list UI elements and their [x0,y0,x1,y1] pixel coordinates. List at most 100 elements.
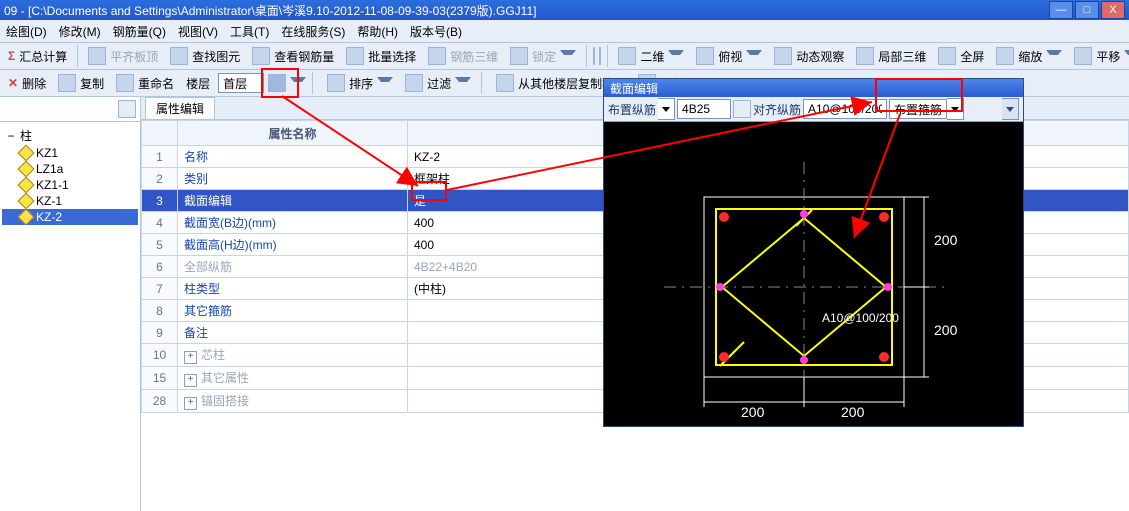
from-icon [496,74,514,92]
menu-draw[interactable]: 绘图(D) [0,23,53,40]
menu-steel[interactable]: 钢筋量(Q) [107,23,172,40]
overhead-icon [696,47,714,65]
search-icon[interactable] [118,100,136,118]
full-button[interactable]: 全屏 [934,47,988,65]
zoom-button[interactable]: 缩放 [992,47,1066,65]
lock-icon [510,47,528,65]
two-d-button[interactable]: 二维 [614,47,688,65]
section-svg: A10@100/200 [604,122,1023,426]
floor-value[interactable]: 首层 [218,73,264,93]
sort-icon [327,74,345,92]
dyn-button[interactable]: 动态观察 [770,47,848,65]
col-rownum [142,121,178,146]
search-icon [170,47,188,65]
batch-button[interactable]: 批量选择 [342,47,420,65]
menu-help[interactable]: 帮助(H) [351,23,404,40]
floor-combo[interactable]: 首层 [218,73,264,93]
minimize-button[interactable]: — [1049,1,1073,19]
filter-button[interactable]: 过滤 [401,74,475,92]
flat-button[interactable]: 平齐板顶 [84,47,162,65]
window-title: 09 - [C:\Documents and Settings\Administ… [4,2,536,19]
panel-end-combo[interactable] [1002,98,1019,120]
zoom-icon [996,47,1014,65]
copy-button[interactable]: 复制 [54,74,108,92]
sum-button[interactable]: Σ汇总计算 [4,48,71,65]
close-button[interactable]: X [1101,1,1125,19]
tri-icon [428,47,446,65]
expand-icon[interactable]: + [184,397,197,410]
flat-icon [88,47,106,65]
overhead-button[interactable]: 俯视 [692,47,766,65]
chevron-down-icon [746,50,762,63]
tree-root[interactable]: −柱 [2,126,138,145]
check-button[interactable]: 查看钢筋量 [248,47,338,65]
label-layout: 布置纵筋 [608,101,656,118]
gem-icon [18,161,35,178]
svg-text:A10@100/200: A10@100/200 [822,311,899,325]
tri-button[interactable]: 钢筋三维 [424,47,502,65]
chevron-down-icon [377,77,393,90]
side-tree-panel: −柱 KZ1 LZ1a KZ1-1 KZ-1 KZ-2 [0,97,141,511]
dim-h1: 200 [934,232,957,248]
chevron-down-icon [455,77,471,90]
tree-item[interactable]: KZ-1 [2,193,138,209]
anno-box-1 [261,68,299,98]
dim-h2: 200 [934,322,957,338]
tree-item-selected[interactable]: KZ-2 [2,209,138,225]
rename-icon [116,74,134,92]
tab-properties[interactable]: 属性编辑 [145,97,215,119]
find-button[interactable]: 查找图元 [166,47,244,65]
menu-online[interactable]: 在线服务(S) [275,23,351,40]
gem-icon [18,145,35,162]
dim-b2: 200 [841,404,864,420]
batch-icon [346,47,364,65]
chevron-down-icon [668,50,684,63]
delete-button[interactable]: ✕删除 [4,75,50,92]
filter-icon [405,74,423,92]
misc2-icon[interactable] [599,47,601,65]
section-edit-panel[interactable]: 截面编辑 布置纵筋 对齐纵筋 布置箍筋 [603,78,1024,427]
layout-combo[interactable] [658,98,675,120]
gem-icon [18,209,35,226]
window-title-bar: 09 - [C:\Documents and Settings\Administ… [0,0,1129,20]
menu-view[interactable]: 视图(V) [172,23,224,40]
col-name: 属性名称 [178,121,408,146]
menu-bar: 绘图(D) 修改(M) 钢筋量(Q) 视图(V) 工具(T) 在线服务(S) 帮… [0,20,1129,43]
gem-icon [18,177,35,194]
layout-input[interactable] [677,99,731,119]
label-align: 对齐纵筋 [753,101,801,118]
toolbar-1: Σ汇总计算 平齐板顶 查找图元 查看钢筋量 批量选择 钢筋三维 锁定 二维 俯视… [0,43,1129,70]
part-button[interactable]: 局部三维 [852,47,930,65]
floor-label: 楼层 [182,75,214,92]
part-icon [856,47,874,65]
tree-search [0,97,140,122]
menu-ver[interactable]: 版本号(B) [404,23,468,40]
pan-button[interactable]: 平移 [1070,47,1129,65]
gem-icon [18,193,35,210]
full-icon [938,47,956,65]
section-canvas[interactable]: A10@100/200 200 200 200 200 [604,122,1023,426]
maximize-button[interactable]: □ [1075,1,1099,19]
chevron-down-icon [1046,50,1062,63]
pan-icon [1074,47,1092,65]
expand-icon[interactable]: + [184,351,197,364]
tree-item[interactable]: LZ1a [2,161,138,177]
dyn-icon [774,47,792,65]
chevron-down-icon [1124,50,1129,63]
misc1-icon[interactable] [593,47,595,65]
chevron-down-icon [560,50,576,63]
tree-item[interactable]: KZ1 [2,145,138,161]
grid-icon[interactable] [733,100,751,118]
menu-edit[interactable]: 修改(M) [53,23,107,40]
copy-icon [58,74,76,92]
check-icon [252,47,270,65]
rename-button[interactable]: 重命名 [112,74,178,92]
lock-button[interactable]: 锁定 [506,47,580,65]
two-d-icon [618,47,636,65]
menu-tools[interactable]: 工具(T) [224,23,275,40]
anno-box-2 [411,181,447,201]
sort-button[interactable]: 排序 [323,74,397,92]
tree-item[interactable]: KZ1-1 [2,177,138,193]
anno-box-3 [875,78,963,112]
expand-icon[interactable]: + [184,374,197,387]
